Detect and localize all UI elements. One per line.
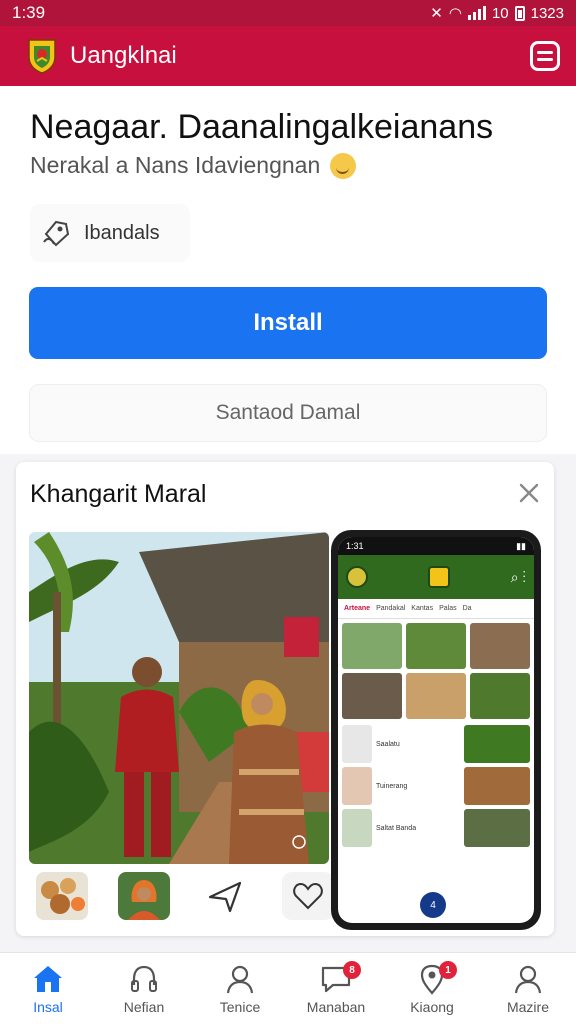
phone-app-bar: ⌕ ⋮ [338,555,534,599]
phone-screen: 1:31 ▮▮ ⌕ ⋮ Arteane Pandakal Kantas Pala… [338,537,534,923]
phone-fab-button: 4 [420,892,446,918]
phone-grid-cell [470,623,530,669]
nav-item-kiaong[interactable]: 1 Kiaong [384,953,480,1024]
phone-tab: Palas [439,605,457,612]
phone-time: 1:31 [346,541,364,551]
tag-chip[interactable]: Ibandals [30,204,190,262]
menu-button[interactable] [530,41,560,71]
notification-badge: 8 [343,961,361,979]
nav-label: Mazire [506,998,549,1015]
mute-icon: ✕ [430,5,443,22]
thumbnail-portrait[interactable] [118,872,170,920]
phone-emblem-icon [428,566,451,588]
phone-grid-cell [342,623,402,669]
phone-grid-cell [406,673,466,719]
phone-tab: Arteane [344,605,371,612]
thumbnail-food[interactable] [36,872,88,920]
village-scene-image [29,532,329,864]
page-subtitle: Nerakal a Nans Idaviengnan [30,152,357,179]
nav-label: Tenice [219,998,261,1015]
portrait-thumbnail-image [118,872,170,920]
phone-list-row: Saalatu [338,723,534,765]
network-label: 10 [491,4,509,22]
nav-item-tenice[interactable]: Tenice [192,953,288,1024]
phone-row-image [464,809,530,847]
wifi-icon: ◠ [448,5,462,22]
nav-item-mazire[interactable]: Mazire [480,953,576,1024]
notification-badge: 1 [439,961,457,979]
nav-label: Insal [33,998,63,1015]
favorite-button[interactable] [282,872,334,920]
phone-row-thumb [342,725,372,763]
status-icons: ✕ ◠ 10 1323 [430,4,564,23]
phone-grid-cell [342,673,402,719]
phone-search-icon: ⌕ ⋮ [510,568,526,585]
app-logo-icon [28,39,56,74]
secondary-button[interactable]: Santaod Damal [29,384,547,442]
phone-tab: Da [462,605,472,612]
phone-row-text: Saalatu [376,740,400,748]
phone-row-thumb [342,809,372,847]
tag-label: Ibandals [84,221,160,244]
person-icon [226,965,254,993]
phone-tab: Kantas [411,605,434,612]
share-arrow-icon [208,881,242,913]
nav-item-nefian[interactable]: Nefian [96,953,192,1024]
signal-icon [467,6,486,20]
phone-row-thumb [342,767,372,805]
menu-line [537,51,553,54]
menu-line [537,58,553,61]
phone-list-row: Saltat Banda [338,807,534,849]
phone-status-bar: 1:31 ▮▮ [338,537,534,555]
status-time: 1:39 [12,3,46,22]
food-thumbnail-image [36,872,88,920]
page-title: Neagaar. Daanalingalkeianans [30,108,494,146]
phone-row-image [464,767,530,805]
thumbnail-row [36,872,334,920]
heart-icon [293,882,323,910]
tag-icon [43,220,70,247]
app-bar: Uangklnai [0,26,576,86]
phone-row-text: Tuinerang [376,782,408,790]
phone-grid-cell [470,673,530,719]
phone-logo-icon [346,566,368,588]
card-title: Khangarit Maral [30,480,207,508]
share-button[interactable] [200,872,252,920]
headset-icon [131,965,157,992]
nav-label: Nefian [123,998,165,1015]
close-icon[interactable] [518,482,540,504]
preview-card: Khangarit Maral 1:31 ▮▮ ⌕ ⋮ Arteane Pand… [16,462,554,936]
phone-mockup: 1:31 ▮▮ ⌕ ⋮ Arteane Pandakal Kantas Pala… [331,530,541,930]
status-bar: 1:39 ✕ ◠ 10 1323 [0,0,576,26]
subtitle-text: Nerakal a Nans Idaviengnan [30,152,321,178]
phone-grid-cell [406,623,466,669]
nav-label: Manaban [306,998,366,1015]
phone-list-row: Tuinerang [338,765,534,807]
nav-item-home[interactable]: Insal [0,953,96,1024]
nav-label: Kiaong [410,998,454,1015]
phone-row-text: Saltat Banda [376,824,417,832]
main-sheet: Neagaar. Daanalingalkeianans Nerakal a N… [0,86,576,454]
phone-row-image [464,725,530,763]
install-button[interactable]: Install [29,287,547,359]
nav-item-manaban[interactable]: 8 Manaban [288,953,384,1024]
home-icon [34,965,62,992]
phone-tab: Pandakal [376,605,406,612]
bottom-nav: Insal Nefian Tenice 8 Manaban 1 Kiaong M… [0,952,576,1024]
smile-emoji-icon [330,152,357,179]
app-title: Uangklnai [70,42,177,69]
battery-icon [514,5,525,21]
user-icon [514,965,542,993]
phone-battery-icon: ▮▮ [516,540,526,551]
phone-photo-grid [338,619,534,723]
preview-photo [29,532,329,864]
phone-tabs: Arteane Pandakal Kantas Palas Da [338,599,534,619]
status-right-text: 1323 [530,4,564,22]
